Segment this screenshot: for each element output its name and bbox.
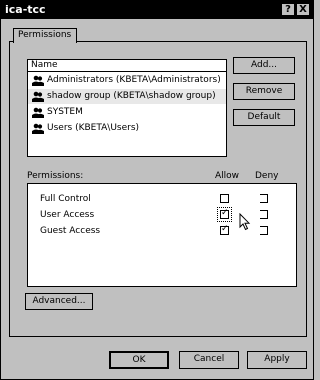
- deny-user-access-checkbox[interactable]: [260, 210, 268, 219]
- account-label: SYSTEM: [47, 107, 83, 117]
- ok-button[interactable]: OK: [109, 351, 169, 369]
- list-item-system[interactable]: SYSTEM: [28, 105, 226, 120]
- list-item-shadow-group[interactable]: shadow group (KBETA\shadow group): [28, 89, 226, 104]
- list-item-users[interactable]: Users (KBETA\Users): [28, 121, 226, 136]
- close-button[interactable]: X: [296, 3, 310, 16]
- deny-guest-access-checkbox[interactable]: [260, 226, 268, 235]
- account-label: Users (KBETA\Users): [47, 123, 140, 133]
- mouse-cursor-icon: [239, 213, 251, 231]
- permissions-label: Permissions:: [27, 171, 84, 181]
- accounts-list[interactable]: Name Administrators (KBETA\Administrator…: [27, 59, 227, 157]
- allow-full-control-checkbox[interactable]: [220, 194, 229, 203]
- group-icon: [32, 123, 44, 134]
- account-label: Administrators (KBETA\Administrators): [47, 75, 221, 85]
- name-column-header: Name: [31, 60, 58, 70]
- deny-column-label: Deny: [255, 171, 279, 181]
- cancel-button[interactable]: Cancel: [179, 351, 239, 369]
- apply-button[interactable]: Apply: [247, 351, 307, 369]
- group-icon: [32, 91, 44, 102]
- add-button[interactable]: Add...: [233, 57, 295, 74]
- permission-label: User Access: [40, 210, 95, 220]
- allow-column-label: Allow: [215, 171, 240, 181]
- permissions-list[interactable]: Full Control User Access Guest Access: [27, 183, 297, 287]
- window-title: ica-tcc: [5, 3, 46, 16]
- allow-guest-access-checkbox[interactable]: [220, 224, 229, 235]
- account-label: shadow group (KBETA\shadow group): [47, 91, 216, 101]
- list-item-administrators[interactable]: Administrators (KBETA\Administrators): [28, 73, 226, 88]
- title-bar[interactable]: ica-tcc ? X: [1, 1, 313, 19]
- help-button[interactable]: ?: [281, 3, 295, 16]
- tab-label: Permissions: [18, 30, 72, 40]
- group-icon: [32, 107, 44, 118]
- default-button[interactable]: Default: [233, 109, 295, 126]
- allow-user-access-checkbox[interactable]: [220, 208, 229, 219]
- group-icon: [32, 75, 44, 86]
- deny-full-control-checkbox[interactable]: [260, 194, 268, 203]
- list-header-name[interactable]: Name: [28, 60, 226, 72]
- remove-button[interactable]: Remove: [233, 83, 295, 100]
- permissions-dialog: ica-tcc ? X Permissions Name Administrat…: [0, 0, 314, 380]
- advanced-button[interactable]: Advanced...: [25, 293, 93, 310]
- tab-permissions[interactable]: Permissions: [13, 28, 77, 43]
- permission-label: Guest Access: [40, 226, 101, 236]
- permission-label: Full Control: [40, 194, 91, 204]
